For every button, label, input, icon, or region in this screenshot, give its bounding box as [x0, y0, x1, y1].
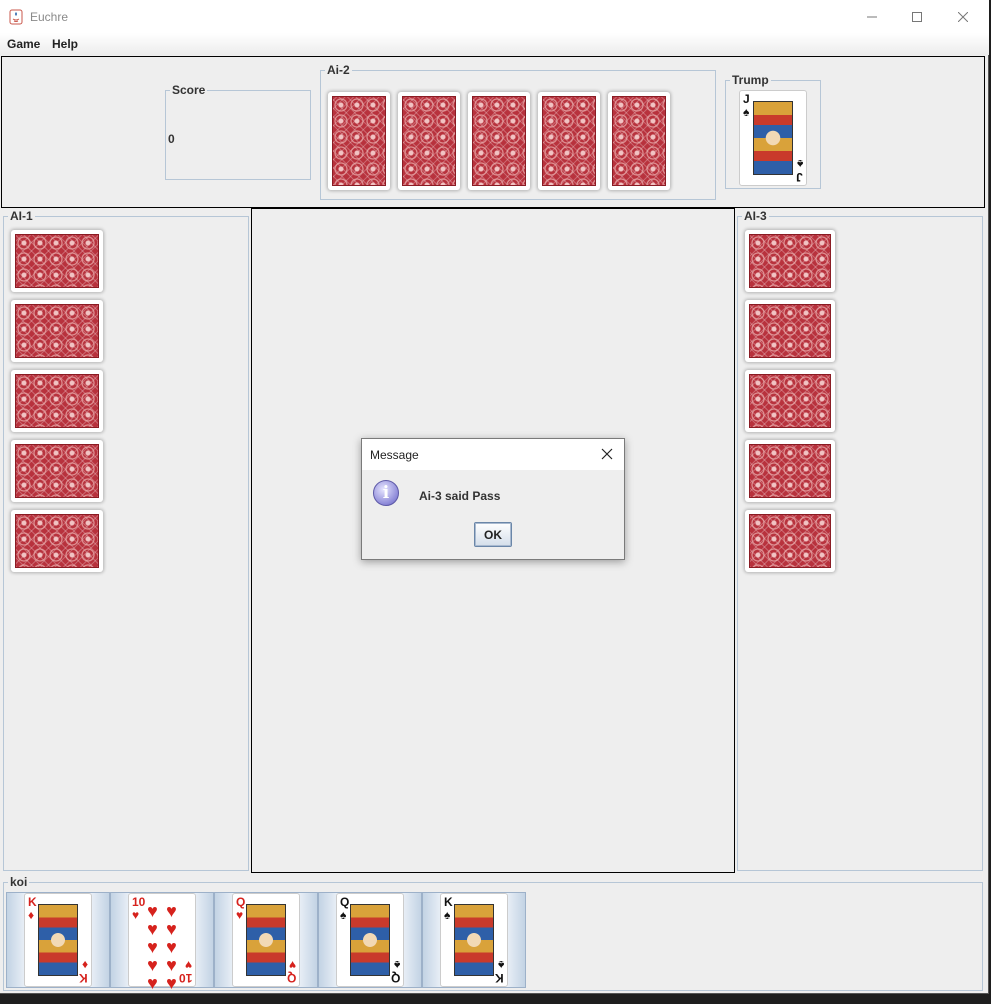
title-bar: Euchre	[0, 0, 989, 33]
dialog-title: Message	[370, 448, 419, 462]
card-suit: ♦	[28, 908, 35, 922]
ai2-legend: Ai-2	[327, 63, 350, 77]
close-icon	[958, 11, 968, 22]
card-rank: Q	[340, 895, 350, 909]
trump-card-suit: ♠	[743, 105, 750, 119]
maximize-button[interactable]	[894, 0, 940, 33]
maximize-icon	[912, 11, 922, 22]
euchre-window: Euchre Game Help Score 0 Ai-2 Trump J ♠ …	[0, 0, 989, 994]
ai3-legend: AI-3	[744, 209, 767, 223]
hand-card-queen-hearts[interactable]: Q ♥ ♥ Q	[214, 892, 318, 988]
score-value: 0	[168, 132, 175, 146]
ai1-card-back	[11, 510, 103, 572]
java-app-icon	[9, 9, 23, 25]
queen-artwork	[246, 904, 286, 976]
dialog-message: Ai-3 said Pass	[419, 489, 501, 503]
info-icon: i	[373, 480, 399, 506]
ai3-card-back	[745, 510, 835, 572]
hand-card-king-diamonds[interactable]: K ♦ ♦ K	[6, 892, 110, 988]
heart-pips: ♥ ♥ ♥ ♥ ♥ ♥ ♥ ♥ ♥ ♥	[147, 901, 177, 993]
trump-legend: Trump	[732, 73, 769, 87]
card-suit: ♠	[444, 908, 451, 922]
card-suit: ♥	[132, 908, 140, 922]
hand-card-king-spades[interactable]: K ♠ ♠ K	[422, 892, 526, 988]
hand-card-queen-spades[interactable]: Q ♠ ♠ Q	[318, 892, 422, 988]
ai2-card-back	[468, 92, 530, 190]
ai1-legend: AI-1	[10, 209, 33, 223]
menu-game[interactable]: Game	[7, 37, 40, 51]
ai3-card-back	[745, 440, 835, 502]
close-button[interactable]	[940, 0, 986, 33]
ai2-card-back	[538, 92, 600, 190]
card-suit: ♠	[340, 908, 347, 922]
ai1-card-back	[11, 230, 103, 292]
hand-card-ten-hearts[interactable]: 10 ♥ ♥ ♥ ♥ ♥ ♥ ♥ ♥ ♥ ♥ ♥ ♥ 10	[110, 892, 214, 993]
ai2-card-back	[328, 92, 390, 190]
card-rank: K	[28, 895, 37, 909]
score-panel: Score	[165, 83, 311, 180]
ai3-card-back	[745, 300, 835, 362]
card-suit: ♥	[236, 908, 244, 922]
window-title: Euchre	[30, 10, 69, 24]
ai3-card-back	[745, 370, 835, 432]
trump-card-rank: J	[743, 92, 750, 106]
ai1-card-back	[11, 370, 103, 432]
jack-artwork	[753, 101, 793, 175]
minimize-icon	[867, 16, 877, 17]
player-legend: koi	[10, 875, 28, 889]
card-rank: K	[444, 895, 453, 909]
score-legend: Score	[172, 83, 206, 97]
ok-button[interactable]: OK	[474, 522, 512, 547]
dialog-close-icon[interactable]	[598, 445, 616, 463]
ai3-card-back	[745, 230, 835, 292]
queen-artwork	[350, 904, 390, 976]
king-artwork	[38, 904, 78, 976]
ai2-card-back	[398, 92, 460, 190]
menu-help[interactable]: Help	[52, 37, 78, 51]
message-dialog: Message i Ai-3 said Pass OK	[361, 438, 625, 560]
menu-bar: Game Help	[0, 33, 989, 55]
dialog-title-bar: Message	[362, 439, 624, 470]
ai1-card-back	[11, 440, 103, 502]
card-rank: Q	[236, 895, 246, 909]
ai1-card-back	[11, 300, 103, 362]
king-artwork	[454, 904, 494, 976]
ai2-card-back	[608, 92, 670, 190]
minimize-button[interactable]	[849, 0, 895, 33]
trump-card: J ♠ ♠ J	[739, 90, 807, 186]
